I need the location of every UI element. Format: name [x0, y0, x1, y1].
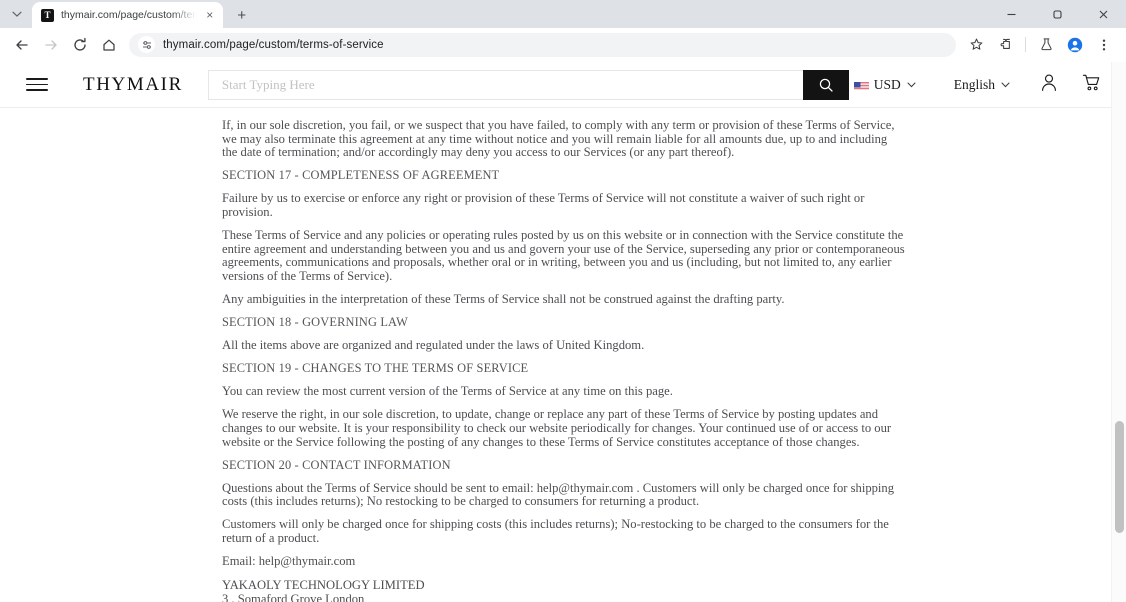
- star-icon[interactable]: [962, 31, 990, 59]
- us-flag-icon: [853, 80, 869, 90]
- user-account-icon: [1040, 73, 1058, 97]
- flask-icon[interactable]: [1032, 31, 1060, 59]
- three-dot-menu-icon[interactable]: [1090, 31, 1118, 59]
- section-heading: SECTION 19 - CHANGES TO THE TERMS OF SER…: [222, 361, 529, 376]
- section-heading: SECTION 18 - GOVERNING LAW: [222, 315, 408, 330]
- tab-search-button[interactable]: [4, 1, 30, 27]
- paragraph: Customers will only be charged once for …: [222, 517, 889, 546]
- paragraph: If, in our sole discretion, you fail, or…: [222, 118, 895, 160]
- paragraph: Questions about the Terms of Service sho…: [222, 480, 894, 509]
- reload-icon[interactable]: [66, 31, 94, 59]
- site-header: THYMAIR Start Typing Here USD English: [0, 62, 1126, 108]
- puzzle-icon[interactable]: [991, 31, 1019, 59]
- language-selector[interactable]: English: [954, 77, 1010, 93]
- tune-icon[interactable]: [138, 36, 155, 53]
- page-viewport: THYMAIR Start Typing Here USD English If…: [0, 62, 1126, 602]
- language-label: English: [953, 76, 995, 92]
- company-name: YAKAOLY TECHNOLOGY LIMITED: [222, 578, 425, 593]
- search-input[interactable]: [207, 69, 803, 100]
- document-content: If, in our sole discretion, you fail, or…: [222, 118, 905, 602]
- scrollbar-thumb[interactable]: [1115, 421, 1124, 533]
- chevron-down-icon: [1001, 80, 1010, 90]
- address-bar-url: thymair.com/page/custom/terms-of-service: [163, 38, 384, 51]
- home-icon[interactable]: [95, 31, 123, 59]
- site-logo[interactable]: THYMAIR: [83, 74, 183, 96]
- paragraph: You can review the most current version …: [222, 384, 673, 399]
- browser-window: T thymair.com/page/custom/ter × + thymai…: [0, 0, 1126, 602]
- paragraph: We reserve the right, in our sole discre…: [222, 407, 892, 449]
- company-address: 3 , Somaford Grove London: [222, 592, 365, 602]
- back-arrow-icon[interactable]: [8, 31, 36, 59]
- shopping-cart-icon: [1082, 73, 1101, 97]
- site-search: [207, 69, 849, 100]
- paragraph: All the items above are organized and re…: [222, 338, 645, 353]
- paragraph: Any ambiguities in the interpretation of…: [222, 291, 785, 306]
- section-heading: SECTION 20 - CONTACT INFORMATION: [222, 457, 451, 472]
- profile-avatar-icon[interactable]: [1061, 31, 1089, 59]
- paragraph: Failure by us to exercise or enforce any…: [222, 191, 865, 219]
- forward-arrow-icon: [37, 31, 65, 59]
- new-tab-button[interactable]: +: [230, 3, 254, 27]
- close-icon[interactable]: [1080, 0, 1126, 28]
- search-button[interactable]: [802, 69, 849, 100]
- browser-tab[interactable]: T thymair.com/page/custom/ter ×: [32, 2, 223, 28]
- page-scrollbar[interactable]: [1111, 62, 1126, 602]
- currency-selector[interactable]: USD: [853, 76, 916, 93]
- address-bar[interactable]: thymair.com/page/custom/terms-of-service: [129, 32, 956, 57]
- section-heading: SECTION 17 - COMPLETENESS OF AGREEMENT: [222, 168, 500, 183]
- tab-strip: T thymair.com/page/custom/ter × +: [0, 0, 1126, 28]
- paragraph: These Terms of Service and any policies …: [222, 228, 905, 283]
- tab-title: thymair.com/page/custom/ter: [61, 9, 196, 21]
- window-controls: [988, 0, 1126, 28]
- chevron-down-icon: [907, 80, 916, 90]
- minimize-icon[interactable]: [988, 0, 1034, 28]
- paragraph: Email: help@thymair.com: [222, 554, 356, 569]
- toolbar-divider: [1025, 37, 1026, 52]
- tab-favicon: T: [41, 8, 54, 22]
- tab-close-icon[interactable]: ×: [203, 8, 217, 22]
- maximize-icon[interactable]: [1034, 0, 1080, 28]
- cart-button[interactable]: [1082, 73, 1101, 97]
- terms-of-service-document: If, in our sole discretion, you fail, or…: [0, 108, 1126, 602]
- account-button[interactable]: [1040, 73, 1058, 97]
- currency-label: USD: [873, 76, 901, 92]
- hamburger-menu-icon[interactable]: [26, 78, 48, 91]
- toolbar-actions: [962, 31, 1118, 59]
- browser-toolbar: thymair.com/page/custom/terms-of-service: [0, 28, 1126, 61]
- header-actions: USD English: [853, 73, 1103, 97]
